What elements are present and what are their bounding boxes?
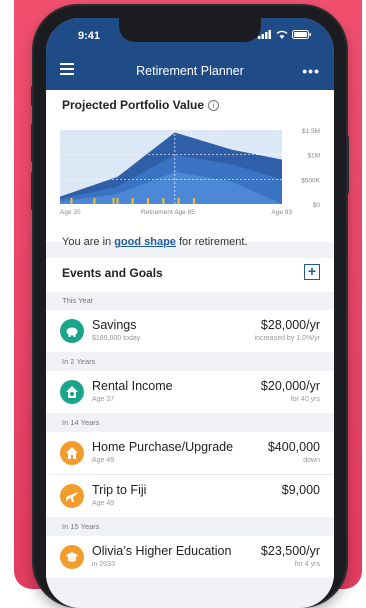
event-value: $400,000	[267, 440, 320, 454]
portfolio-card: Projected Portfolio Value i $1.5M $1M $500K…	[46, 90, 334, 242]
power-button	[346, 136, 349, 194]
event-note: for 40 yrs	[290, 396, 320, 403]
event-marker-5	[147, 198, 150, 204]
event-row[interactable]: Savings $189,000 today $28,000/yr increased…	[46, 310, 334, 352]
event-marker-6	[162, 198, 165, 204]
event-note: increased by 1.0%/yr	[254, 335, 320, 342]
x-tick-label: Retirement Age 65	[141, 209, 195, 216]
event-note: for 4 yrs	[294, 561, 320, 568]
wifi-icon	[276, 30, 288, 39]
status-icons	[258, 30, 312, 39]
portfolio-title: Projected Portfolio Value i	[62, 98, 220, 112]
event-subtitle: Age 49	[92, 500, 115, 507]
event-marker-1	[93, 198, 96, 204]
message-suffix: for retirement.	[175, 236, 248, 248]
portfolio-chart[interactable]: $1.5M $1M $500K $0 Age 35 Retirement Age 65 Ag…	[60, 126, 322, 226]
event-title: Savings	[92, 318, 137, 332]
status-message: You are in good shape for retirement.	[62, 236, 247, 248]
airplane-icon	[60, 484, 84, 508]
group-label: In 15 Years	[62, 522, 100, 531]
house-icon	[60, 441, 84, 465]
event-title: Rental Income	[92, 379, 173, 393]
event-title: Home Purchase/Upgrade	[92, 440, 234, 454]
event-marker-0	[70, 198, 73, 204]
events-header: Events and Goals +	[46, 258, 334, 292]
group-label: This Year	[62, 296, 94, 305]
event-marker-3	[116, 198, 119, 204]
event-subtitle: Age 49	[92, 457, 115, 464]
event-value: $23,500/yr	[260, 544, 320, 558]
event-row[interactable]: Trip to Fiji Age 49 $9,000	[46, 475, 334, 517]
x-tick-label: Age 35	[60, 209, 81, 216]
group-label: In 14 Years	[62, 418, 100, 427]
event-marker-8	[192, 198, 195, 204]
notch	[119, 18, 261, 42]
more-options-icon[interactable]: •••	[302, 63, 320, 79]
battery-icon	[292, 30, 311, 39]
app-bar: Retirement Planner •••	[46, 52, 334, 90]
event-title: Trip to Fiji	[92, 483, 147, 497]
y-tick-label: $0	[313, 202, 321, 209]
graduation-cap-icon	[60, 545, 84, 569]
hamburger-menu-icon[interactable]	[60, 63, 74, 75]
y-tick-label: $1.5M	[302, 128, 320, 135]
event-subtitle: in 2033	[92, 561, 115, 568]
event-row[interactable]: Home Purchase/Upgrade Age 49 $400,000 down	[46, 432, 334, 474]
status-time: 9:41	[78, 30, 101, 42]
x-tick-label: Age 93	[271, 209, 292, 216]
event-row[interactable]: Olivia’s Higher Education in 2033 $23,500/…	[46, 536, 334, 578]
event-subtitle: $189,000 today	[92, 335, 141, 342]
event-row[interactable]: Rental Income Age 37 $20,000/yr for 40 yrs	[46, 371, 334, 413]
event-value: $9,000	[281, 483, 320, 497]
mute-switch	[31, 86, 34, 106]
event-marker-7	[177, 198, 180, 204]
volume-down-button	[31, 172, 34, 210]
info-icon[interactable]: i	[208, 100, 220, 111]
portfolio-title-text: Projected Portfolio Value	[62, 98, 205, 112]
house-dollar-icon	[60, 380, 84, 404]
add-event-button[interactable]: +	[304, 264, 320, 280]
good-shape-link[interactable]: good shape	[114, 236, 176, 248]
event-note: down	[303, 457, 320, 464]
event-subtitle: Age 37	[92, 396, 115, 403]
piggy-bank-icon	[60, 319, 84, 343]
phone-screen: 9:41 Retirement Planner ••• Projected Po…	[46, 18, 334, 608]
volume-up-button	[31, 124, 34, 162]
message-prefix: You are in	[62, 236, 115, 248]
event-value: $28,000/yr	[260, 318, 320, 332]
y-tick-label: $500K	[301, 177, 320, 184]
event-title: Olivia’s Higher Education	[92, 544, 232, 558]
event-value: $20,000/yr	[260, 379, 320, 393]
event-marker-4	[131, 198, 134, 204]
signal-icon	[258, 30, 271, 39]
group-label: In 2 Years	[62, 357, 96, 366]
y-tick-label: $1M	[307, 153, 320, 160]
events-title: Events and Goals	[62, 266, 163, 280]
app-title: Retirement Planner	[136, 64, 244, 78]
event-marker-2	[112, 198, 115, 204]
